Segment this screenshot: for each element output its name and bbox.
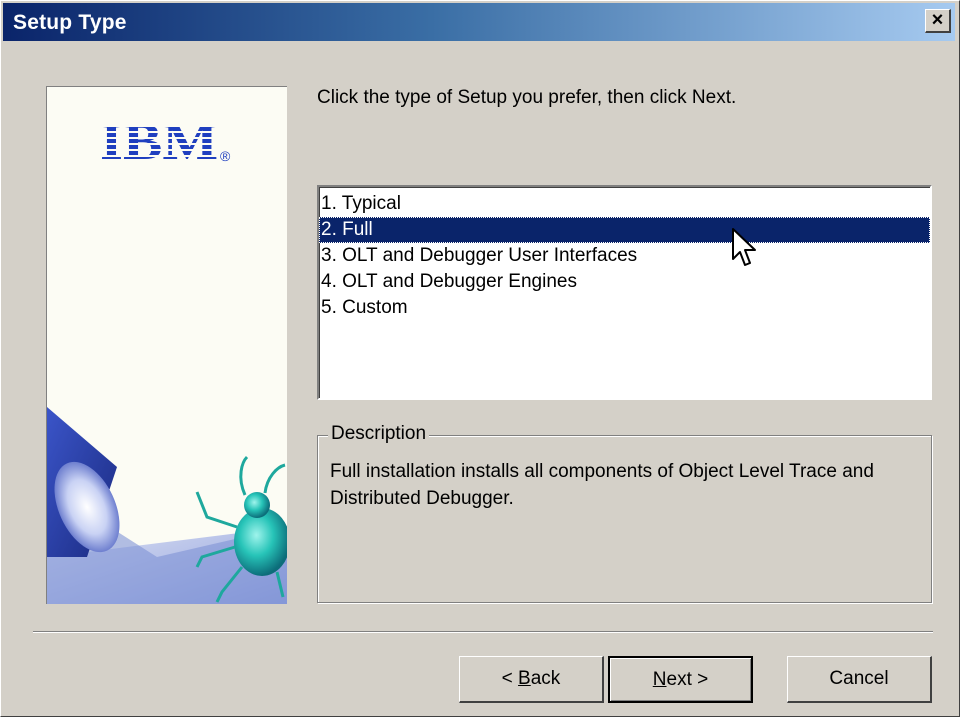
mouse-pointer-icon	[732, 228, 756, 266]
list-item-custom[interactable]: 5. Custom	[319, 295, 930, 321]
close-icon: ×	[931, 9, 944, 31]
back-mnemonic: B	[518, 668, 531, 689]
description-legend: Description	[328, 423, 430, 445]
list-item-full[interactable]: 2. Full	[319, 217, 930, 243]
description-group: Description Full installation installs a…	[317, 423, 932, 603]
side-banner: IBM ®	[46, 86, 287, 604]
next-button[interactable]: Next >	[608, 656, 753, 703]
title-bar[interactable]: Setup Type ×	[3, 3, 955, 41]
setup-type-list[interactable]: 1. Typical 2. Full 3. OLT and Debugger U…	[317, 185, 932, 400]
next-mnemonic: N	[652, 669, 667, 690]
back-prefix: <	[501, 668, 519, 689]
back-label-rest: ack	[530, 668, 561, 689]
list-item-olt-debugger-ui[interactable]: 3. OLT and Debugger User Interfaces	[319, 243, 930, 269]
description-text: Full installation installs all component…	[330, 461, 874, 509]
list-item-typical[interactable]: 1. Typical	[319, 191, 930, 217]
cancel-button[interactable]: Cancel	[787, 656, 932, 703]
window-title: Setup Type	[13, 11, 127, 34]
flashlight-bug-illustration	[47, 407, 287, 604]
close-button[interactable]: ×	[925, 9, 951, 33]
instruction-text: Click the type of Setup you prefer, then…	[317, 87, 737, 108]
setup-type-dialog: Setup Type × IBM ® Click the type of Set…	[0, 0, 960, 717]
back-button[interactable]: < Back	[459, 656, 604, 703]
next-label-rest: ext >	[666, 669, 709, 690]
list-item-olt-debugger-engines[interactable]: 4. OLT and Debugger Engines	[319, 269, 930, 295]
divider	[33, 631, 933, 633]
